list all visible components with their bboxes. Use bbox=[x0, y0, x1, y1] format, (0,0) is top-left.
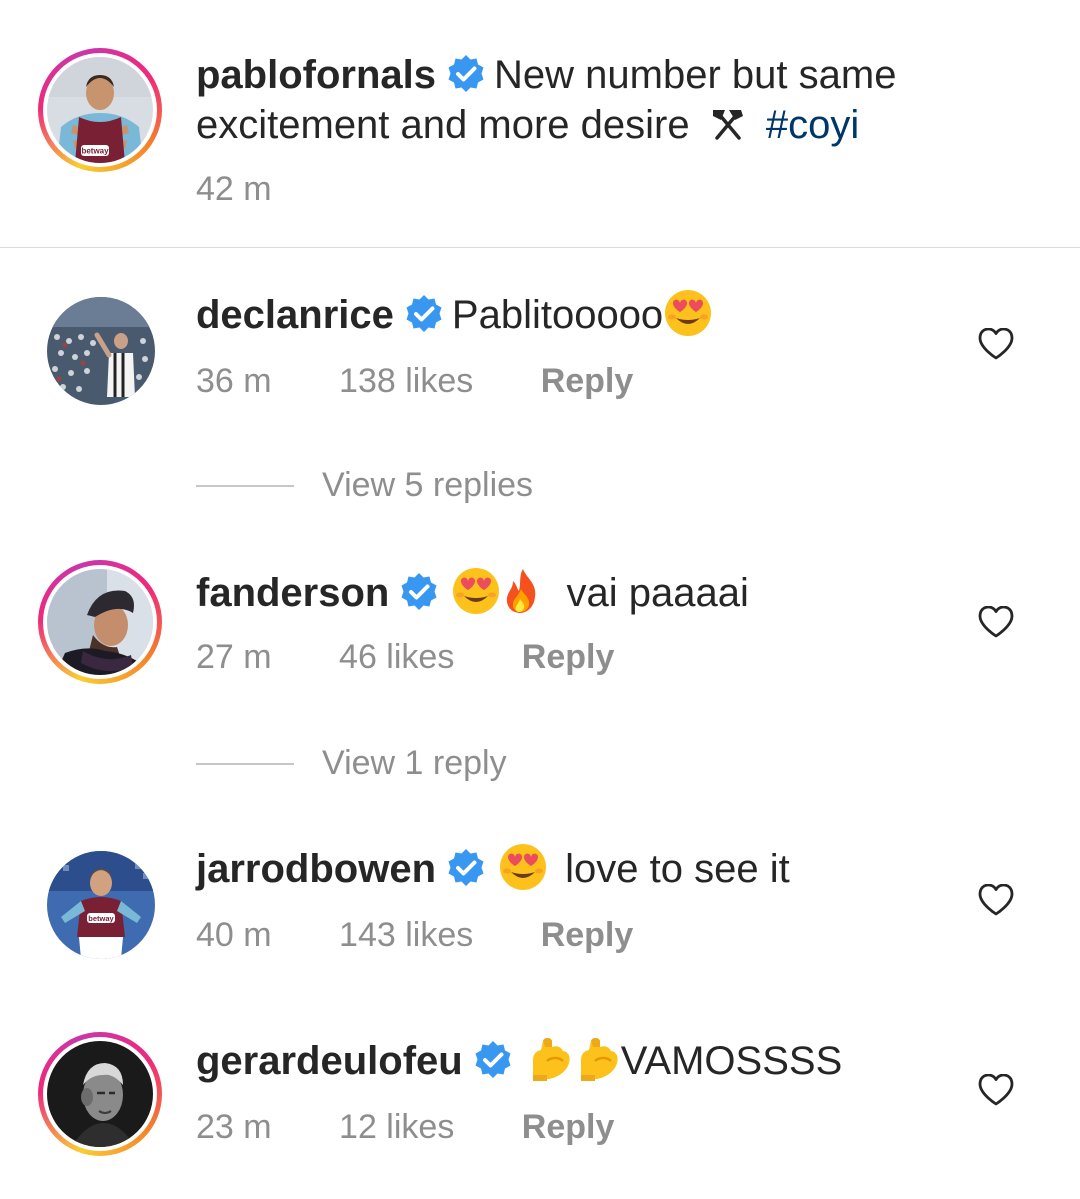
avatar-photo-icon bbox=[47, 1041, 153, 1147]
comment-time: 40 m bbox=[196, 916, 272, 954]
comment-username[interactable]: jarrodbowen bbox=[196, 847, 436, 891]
view-replies-button[interactable]: View 1 reply bbox=[196, 744, 507, 783]
flexed-biceps-icon bbox=[531, 1037, 571, 1083]
avatar-photo-icon bbox=[47, 569, 153, 675]
comment-likes[interactable]: 138 likes bbox=[339, 362, 473, 401]
verified-badge-icon bbox=[446, 848, 486, 889]
verified-badge-icon bbox=[446, 54, 486, 95]
verified-badge-icon bbox=[399, 572, 439, 613]
flexed-biceps-icon bbox=[579, 1037, 619, 1083]
comment-meta: 36 m 138 likes Reply bbox=[196, 362, 633, 401]
caption-meta: 42 m bbox=[196, 170, 272, 209]
comment-username[interactable]: declanrice bbox=[196, 293, 394, 337]
comment-likes[interactable]: 12 likes bbox=[339, 1108, 454, 1147]
comment-time: 27 m bbox=[196, 638, 272, 676]
like-heart-icon[interactable] bbox=[978, 606, 1014, 638]
reply-button[interactable]: Reply bbox=[522, 1108, 615, 1147]
caption-divider bbox=[0, 247, 1080, 248]
comment-time: 23 m bbox=[196, 1108, 272, 1146]
avatar-gerardeulofeu[interactable] bbox=[38, 1032, 162, 1156]
comment-text: love to see it bbox=[565, 847, 790, 891]
caption-body: pablofornals New number but same exciteme… bbox=[196, 50, 1036, 150]
comment-time: 36 m bbox=[196, 362, 272, 400]
heart-eyes-icon bbox=[665, 290, 712, 337]
fire-icon bbox=[507, 569, 536, 614]
view-replies-label[interactable]: View 5 replies bbox=[322, 466, 533, 505]
avatar-sponsor-logo: betway bbox=[81, 147, 109, 156]
like-heart-icon[interactable] bbox=[978, 1074, 1014, 1106]
comment-username[interactable]: fanderson bbox=[196, 571, 389, 615]
post-caption: betway pablofornals New number but same e… bbox=[0, 0, 1080, 248]
avatar-photo-icon bbox=[47, 297, 155, 405]
comment-declanrice: declanrice Pablitooooo bbox=[196, 290, 713, 340]
comment-text: vai paaaai bbox=[566, 571, 749, 615]
heart-eyes-icon bbox=[453, 568, 500, 615]
avatar-sponsor-logo: betway bbox=[88, 914, 114, 923]
comment-meta: 27 m 46 likes Reply bbox=[196, 638, 614, 677]
comment-text: VAMOSSSS bbox=[620, 1039, 843, 1083]
like-heart-icon[interactable] bbox=[978, 884, 1014, 916]
comment-likes[interactable]: 143 likes bbox=[339, 916, 473, 955]
comment-fanderson: fanderson vai paaaai bbox=[196, 568, 749, 618]
verified-badge-icon bbox=[473, 1040, 513, 1081]
view-replies-button[interactable]: View 5 replies bbox=[196, 466, 533, 505]
avatar-declanrice[interactable] bbox=[46, 296, 156, 406]
comment-text: Pablitooooo bbox=[451, 293, 664, 337]
comment-meta: 40 m 143 likes Reply bbox=[196, 916, 633, 955]
heart-eyes-icon bbox=[500, 844, 547, 891]
avatar-photo-icon: betway bbox=[47, 57, 153, 163]
caption-time: 42 m bbox=[196, 170, 272, 208]
replies-rule bbox=[196, 762, 294, 765]
avatar-jarrodbowen[interactable]: betway bbox=[46, 850, 156, 960]
caption-hashtag[interactable]: #coyi bbox=[766, 103, 859, 147]
avatar-photo-icon: betway bbox=[47, 851, 155, 959]
comment-meta: 23 m 12 likes Reply bbox=[196, 1108, 614, 1147]
comment-jarrodbowen: jarrodbowen love to see it bbox=[196, 844, 790, 894]
hammers-icon bbox=[712, 110, 743, 141]
replies-rule bbox=[196, 484, 294, 487]
view-replies-label[interactable]: View 1 reply bbox=[322, 744, 507, 783]
reply-button[interactable]: Reply bbox=[522, 638, 615, 677]
caption-username[interactable]: pablofornals bbox=[196, 53, 436, 97]
comment-likes[interactable]: 46 likes bbox=[339, 638, 454, 677]
reply-button[interactable]: Reply bbox=[541, 916, 634, 955]
comment-username[interactable]: gerardeulofeu bbox=[196, 1039, 463, 1083]
like-heart-icon[interactable] bbox=[978, 328, 1014, 360]
avatar-fanderson[interactable] bbox=[38, 560, 162, 684]
reply-button[interactable]: Reply bbox=[541, 362, 634, 401]
avatar-pablofornals[interactable]: betway bbox=[38, 48, 162, 172]
verified-badge-icon bbox=[404, 294, 444, 335]
comment-gerardeulofeu: gerardeulofeu VAMOSSSS bbox=[196, 1036, 842, 1086]
